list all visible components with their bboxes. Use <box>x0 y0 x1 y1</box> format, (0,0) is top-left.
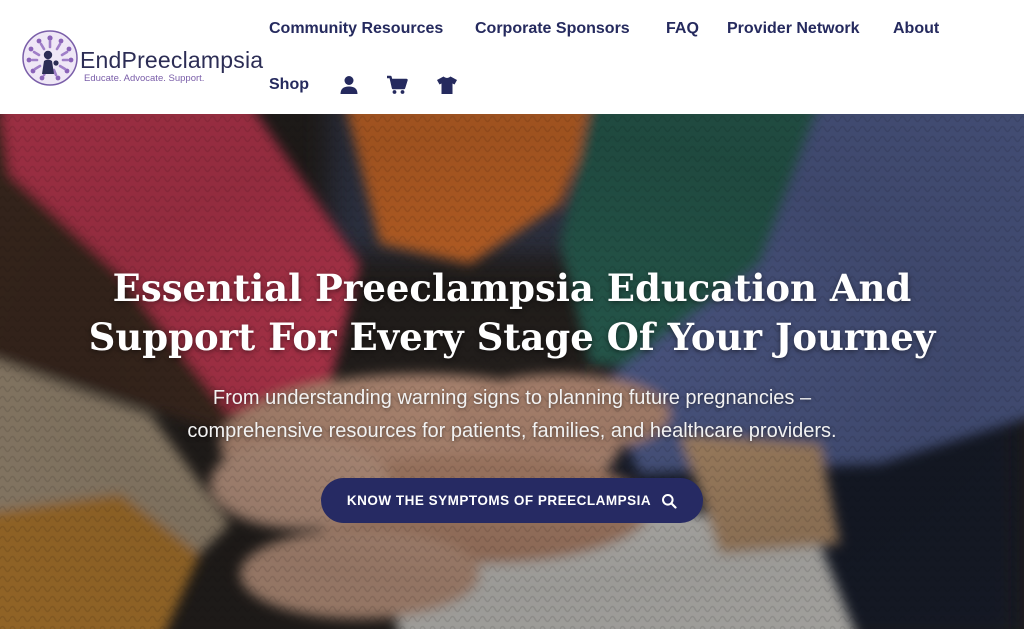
site-logo[interactable]: EndPreeclampsia Educate. Advocate. Suppo… <box>22 30 282 88</box>
tshirt-icon[interactable] <box>436 74 458 96</box>
cart-icon[interactable] <box>386 74 408 96</box>
hero-overlay <box>0 114 1024 629</box>
hero-section: Essential Preeclampsia Education And Sup… <box>0 114 1024 629</box>
nav-faq[interactable]: FAQ <box>666 20 699 38</box>
hero-subtitle-line-1: From understanding warning signs to plan… <box>212 387 812 409</box>
nav-about[interactable]: About <box>893 20 939 38</box>
hero-subtitle-line-2: comprehensive resources for patients, fa… <box>187 420 837 442</box>
hero-title-line-1: Essential Preeclampsia Education And <box>112 266 912 310</box>
user-icon[interactable] <box>338 74 360 96</box>
nav-provider-network[interactable]: Provider Network <box>727 20 859 38</box>
nav-corporate-sponsors[interactable]: Corporate Sponsors <box>475 20 630 38</box>
hero-title-line-2: Support For Every Stage Of Your Journey <box>88 315 936 359</box>
logo-name: EndPreeclampsia <box>80 47 264 73</box>
site-header: EndPreeclampsia Educate. Advocate. Suppo… <box>0 0 1024 114</box>
nav-shop[interactable]: Shop <box>269 76 309 94</box>
logo-tagline: Educate. Advocate. Support. <box>84 73 205 84</box>
hero-subtitle: From understanding warning signs to plan… <box>120 382 904 448</box>
nav-community-resources[interactable]: Community Resources <box>269 20 443 38</box>
know-symptoms-button[interactable]: KNOW THE SYMPTOMS OF PREECLAMPSIA <box>321 478 703 523</box>
hero-title: Essential Preeclampsia Education And Sup… <box>60 264 964 362</box>
know-symptoms-button-label: KNOW THE SYMPTOMS OF PREECLAMPSIA <box>346 493 652 508</box>
search-icon <box>662 493 677 509</box>
logo-mark-icon <box>22 30 78 86</box>
